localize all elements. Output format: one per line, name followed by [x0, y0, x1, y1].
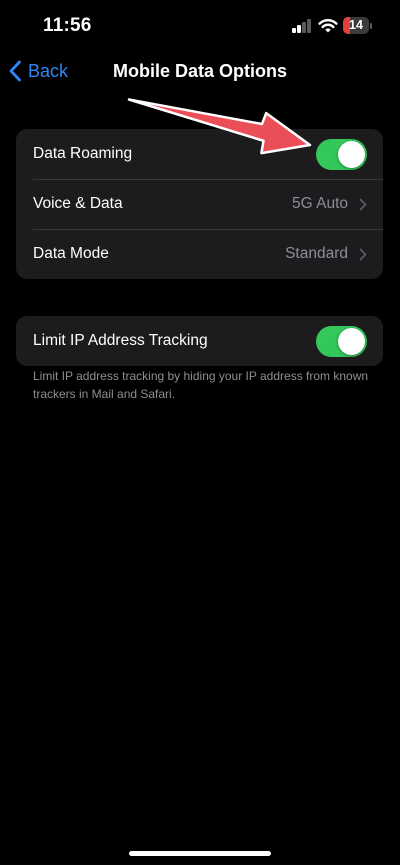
navigation-bar: Back Mobile Data Options [0, 52, 400, 92]
data-mode-row[interactable]: Data Mode Standard [16, 229, 383, 279]
data-roaming-label: Data Roaming [33, 145, 133, 162]
data-roaming-toggle[interactable] [316, 138, 367, 170]
voice-and-data-value: 5G Auto [291, 195, 348, 212]
limit-ip-tracking-label: Limit IP Address Tracking [33, 332, 208, 349]
toggle-knob [338, 327, 365, 355]
data-mode-value: Standard [285, 245, 348, 262]
data-mode-label: Data Mode [33, 245, 109, 262]
cellular-signal-icon [292, 19, 312, 33]
voice-and-data-row[interactable]: Voice & Data 5G Auto [16, 179, 383, 229]
home-indicator [129, 851, 271, 856]
ip-tracking-settings-group: Limit IP Address Tracking [16, 316, 383, 366]
data-roaming-row: Data Roaming [16, 129, 383, 179]
voice-and-data-label: Voice & Data [33, 195, 123, 212]
status-bar: 11:56 14 [0, 0, 400, 52]
limit-ip-tracking-row: Limit IP Address Tracking [16, 316, 383, 366]
page-title: Mobile Data Options [112, 61, 287, 81]
wifi-icon [318, 19, 338, 33]
mobile-data-settings-group: Data Roaming Voice & Data 5G Auto Data M… [16, 129, 383, 279]
battery-icon: 14 [343, 17, 372, 34]
chevron-right-icon [359, 198, 367, 211]
limit-ip-tracking-toggle[interactable] [316, 325, 367, 357]
toggle-knob [338, 140, 365, 168]
ip-tracking-footnote: Limit IP address tracking by hiding your… [33, 369, 369, 401]
battery-level: 14 [349, 18, 363, 32]
chevron-right-icon [359, 248, 367, 261]
status-time: 11:56 [43, 15, 92, 36]
